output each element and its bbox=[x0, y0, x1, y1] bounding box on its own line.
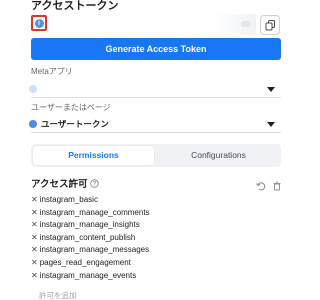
remove-icon[interactable]: ✕ bbox=[31, 245, 38, 254]
meta-app-select[interactable] bbox=[29, 80, 281, 98]
remove-icon[interactable]: ✕ bbox=[31, 195, 38, 204]
tab-bar: Permissions Configurations bbox=[31, 144, 281, 167]
tab-permissions[interactable]: Permissions bbox=[33, 146, 154, 165]
permission-item: ✕ instagram_manage_events bbox=[31, 270, 231, 283]
chevron-down-icon bbox=[267, 87, 275, 92]
add-permission-input[interactable]: 許可を追加 bbox=[39, 291, 77, 300]
remove-icon[interactable]: ✕ bbox=[31, 258, 38, 267]
permission-name: instagram_manage_comments bbox=[39, 207, 150, 217]
permission-name: instagram_manage_messages bbox=[39, 245, 150, 255]
access-token-row: i bbox=[31, 12, 281, 38]
tab-configurations[interactable]: Configurations bbox=[158, 146, 279, 165]
undo-icon[interactable] bbox=[256, 181, 266, 191]
permission-item: ✕ pages_read_engagement bbox=[31, 257, 231, 270]
user-token-icon bbox=[29, 120, 37, 128]
permission-item: ✕ instagram_manage_messages bbox=[31, 244, 231, 257]
trash-icon[interactable] bbox=[272, 181, 282, 191]
permission-name: instagram_basic bbox=[39, 195, 98, 204]
copy-button[interactable] bbox=[260, 15, 280, 35]
info-icon[interactable]: i bbox=[31, 15, 47, 31]
access-token-title: アクセストークン bbox=[31, 0, 119, 12]
app-icon bbox=[29, 85, 37, 93]
permissions-title-text: アクセス許可 bbox=[31, 179, 88, 190]
permission-name: instagram_content_publish bbox=[39, 232, 136, 242]
svg-text:?: ? bbox=[93, 182, 97, 188]
permissions-title: アクセス許可 ? bbox=[31, 179, 99, 191]
permission-name: instagram_manage_insights bbox=[39, 220, 140, 230]
token-visibility-toggle[interactable] bbox=[241, 21, 251, 27]
permission-name: instagram_manage_events bbox=[39, 270, 137, 280]
user-or-page-label: ユーザーまたはページ bbox=[31, 103, 111, 112]
generate-access-token-button[interactable]: Generate Access Token bbox=[31, 38, 281, 60]
access-token-field[interactable] bbox=[51, 14, 256, 34]
help-icon[interactable]: ? bbox=[90, 179, 99, 188]
meta-app-label: Metaアプリ bbox=[31, 67, 73, 76]
remove-icon[interactable]: ✕ bbox=[31, 271, 38, 280]
permissions-toolbar bbox=[256, 181, 282, 193]
user-or-page-value: ユーザートークン bbox=[41, 119, 109, 129]
permission-list: ✕ instagram_basic ✕ instagram_manage_comme… bbox=[31, 194, 231, 282]
remove-icon[interactable]: ✕ bbox=[31, 233, 38, 242]
permission-item: ✕ instagram_manage_insights bbox=[31, 219, 231, 232]
user-or-page-select[interactable]: ユーザートークン bbox=[29, 115, 281, 133]
permission-item: ✕ instagram_content_publish bbox=[31, 232, 231, 245]
copy-icon bbox=[265, 19, 275, 30]
remove-icon[interactable]: ✕ bbox=[31, 208, 38, 217]
chevron-down-icon bbox=[267, 122, 275, 127]
permission-name: pages_read_engagement bbox=[39, 257, 131, 267]
remove-icon[interactable]: ✕ bbox=[31, 220, 38, 229]
info-icon-glyph: i bbox=[34, 18, 44, 28]
permission-item: ✕ instagram_basic bbox=[31, 194, 231, 207]
permission-item: ✕ instagram_manage_comments bbox=[31, 207, 231, 220]
